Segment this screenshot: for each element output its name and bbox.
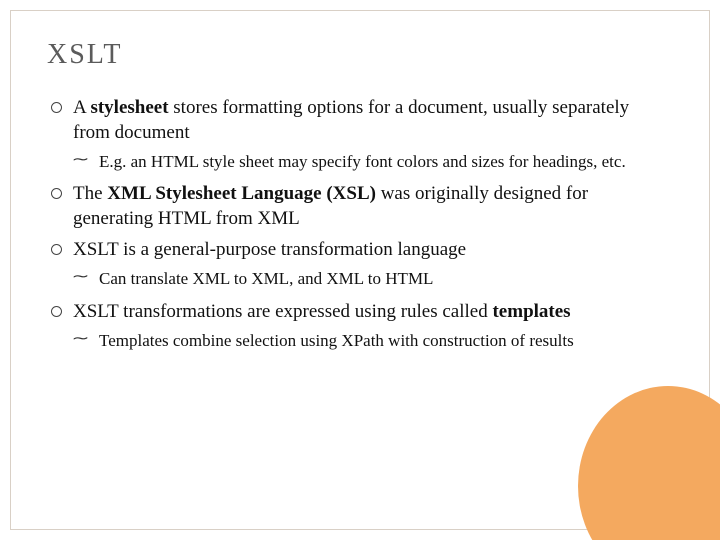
bullet-list: A stylesheet stores formatting options f… bbox=[47, 95, 653, 352]
bullet-item: The XML Stylesheet Language (XSL) was or… bbox=[47, 181, 653, 231]
slide-frame: XSLT A stylesheet stores formatting opti… bbox=[10, 10, 710, 530]
sub-bullet-list: ⁓ E.g. an HTML style sheet may specify fo… bbox=[73, 151, 653, 173]
bullet-text: XSLT transformations are expressed using… bbox=[73, 301, 571, 322]
sub-bullet-item: ⁓ Templates combine selection using XPath… bbox=[73, 330, 653, 352]
slide-title: XSLT bbox=[47, 39, 653, 71]
bullet-text: The XML Stylesheet Language (XSL) was or… bbox=[73, 183, 588, 229]
squiggle-icon: ⁓ bbox=[73, 330, 88, 350]
squiggle-icon: ⁓ bbox=[73, 151, 88, 171]
sub-bullet-list: ⁓ Templates combine selection using XPath… bbox=[73, 330, 653, 352]
bullet-item: A stylesheet stores formatting options f… bbox=[47, 95, 653, 173]
sub-bullet-item: ⁓ Can translate XML to XML, and XML to HT… bbox=[73, 268, 653, 290]
sub-bullet-text: Can translate XML to XML, and XML to HTM… bbox=[99, 269, 433, 288]
bullet-text: A stylesheet stores formatting options f… bbox=[73, 97, 629, 143]
bullet-item: XSLT transformations are expressed using… bbox=[47, 299, 653, 352]
sub-bullet-list: ⁓ Can translate XML to XML, and XML to HT… bbox=[73, 268, 653, 290]
sub-bullet-item: ⁓ E.g. an HTML style sheet may specify fo… bbox=[73, 151, 653, 173]
sub-bullet-text: Templates combine selection using XPath … bbox=[99, 331, 574, 350]
bullet-item: XSLT is a general-purpose transformation… bbox=[47, 237, 653, 290]
sub-bullet-text: E.g. an HTML style sheet may specify fon… bbox=[99, 152, 626, 171]
squiggle-icon: ⁓ bbox=[73, 268, 88, 288]
bullet-text: XSLT is a general-purpose transformation… bbox=[73, 239, 466, 260]
